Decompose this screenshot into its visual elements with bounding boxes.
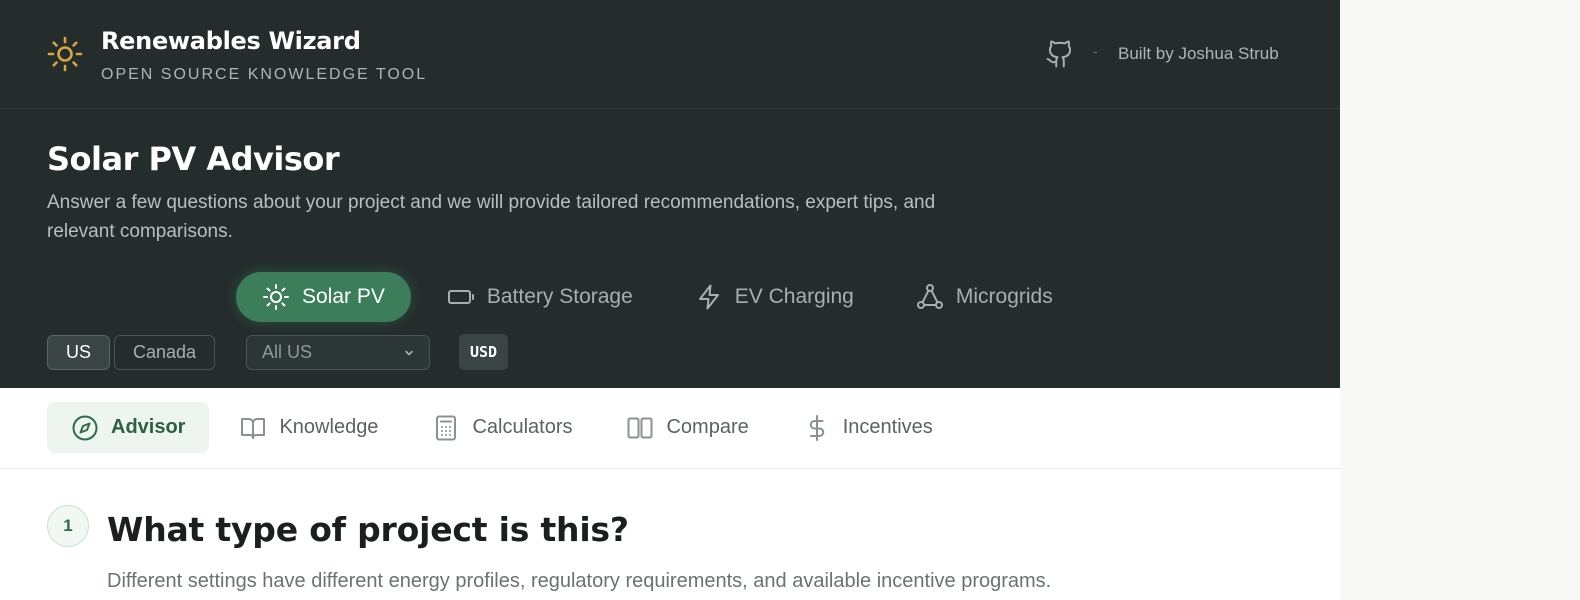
tab-label: Solar PV — [302, 285, 385, 308]
empty-side-panel — [1340, 0, 1580, 600]
technology-tabs: Solar PV Battery Storage EV Charging Mic… — [236, 272, 1089, 322]
region-select[interactable]: All US — [246, 335, 430, 370]
book-icon — [241, 417, 266, 439]
hero-section: Solar PV Advisor Answer a few questions … — [0, 109, 1340, 388]
question-description: Different settings have different energy… — [107, 570, 1052, 592]
country-canada-button[interactable]: Canada — [114, 335, 216, 370]
nav-advisor[interactable]: Advisor — [47, 402, 210, 453]
section-nav: Advisor Knowledge Calculators Compare In… — [0, 388, 1340, 469]
question-title: What type of project is this? — [107, 510, 629, 549]
github-icon[interactable] — [1045, 38, 1075, 70]
nav-label: Calculators — [472, 416, 573, 438]
app-window: Renewables Wizard OPEN SOURCE KNOWLEDGE … — [0, 0, 1340, 600]
nav-knowledge[interactable]: Knowledge — [215, 402, 402, 453]
tab-battery-storage[interactable]: Battery Storage — [421, 272, 659, 322]
lightning-icon — [698, 284, 719, 310]
sun-icon — [263, 284, 289, 310]
page-title: Solar PV Advisor — [47, 140, 340, 178]
columns-icon — [627, 417, 653, 438]
page-description: Answer a few questions about your projec… — [47, 192, 936, 242]
nav-label: Knowledge — [279, 416, 379, 438]
tab-label: Battery Storage — [486, 285, 633, 308]
compass-icon — [72, 415, 98, 440]
network-icon — [916, 284, 943, 309]
tab-ev-charging[interactable]: EV Charging — [669, 272, 880, 322]
chevron-down-icon — [405, 350, 413, 356]
step-number-badge: 1 — [47, 505, 89, 547]
country-toggle: US Canada — [47, 335, 219, 370]
nav-incentives[interactable]: Incentives — [779, 402, 957, 453]
battery-icon — [447, 290, 474, 304]
dollar-icon — [809, 414, 824, 441]
sun-icon — [47, 36, 83, 72]
top-bar: Renewables Wizard OPEN SOURCE KNOWLEDGE … — [0, 0, 1340, 109]
brand-subtitle: OPEN SOURCE KNOWLEDGE TOOL — [101, 66, 428, 83]
tab-microgrids[interactable]: Microgrids — [890, 272, 1079, 322]
brand-title[interactable]: Renewables Wizard — [101, 27, 361, 55]
nav-label: Advisor — [111, 416, 186, 438]
country-us-button[interactable]: US — [47, 335, 111, 370]
tab-label: Microgrids — [955, 285, 1053, 308]
built-by-link[interactable]: Built by Joshua Strub — [1118, 44, 1279, 64]
nav-calculators[interactable]: Calculators — [408, 402, 596, 453]
calculator-icon — [436, 415, 457, 440]
nav-label: Incentives — [842, 416, 933, 438]
separator: - — [1093, 43, 1098, 59]
region-select-value: All US — [262, 342, 313, 362]
nav-label: Compare — [666, 416, 749, 438]
tab-label: EV Charging — [734, 285, 854, 308]
tab-solar-pv[interactable]: Solar PV — [236, 272, 411, 322]
currency-badge[interactable]: USD — [459, 334, 509, 370]
nav-compare[interactable]: Compare — [602, 402, 772, 453]
